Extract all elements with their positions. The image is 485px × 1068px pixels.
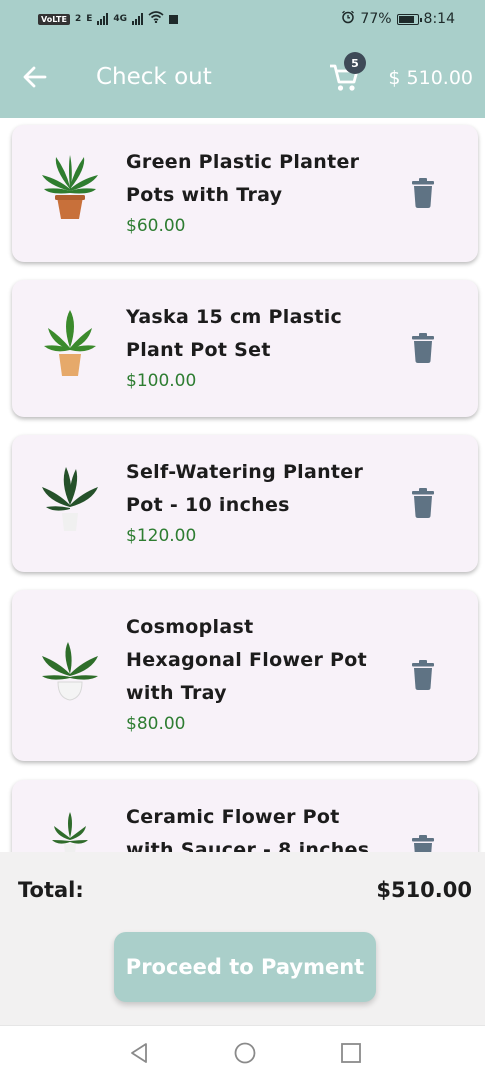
system-nav-bar xyxy=(0,1025,485,1068)
volte-indicator: VoLTE xyxy=(38,13,70,25)
signal-icon xyxy=(132,13,144,25)
plant-pot-icon xyxy=(42,155,98,219)
battery-icon xyxy=(396,13,422,25)
item-price: $80.00 xyxy=(126,714,186,734)
notification-icon xyxy=(169,14,179,24)
page-title: Check out xyxy=(96,64,212,90)
plant-pot-icon xyxy=(52,812,88,852)
signal-icon xyxy=(97,13,109,25)
network-type-2: 4G xyxy=(113,14,128,24)
plant-pot-icon xyxy=(42,467,98,531)
plant-pot-icon xyxy=(42,642,98,701)
cart-item[interactable]: Green Plastic Planter Pots with Tray $60… xyxy=(12,125,478,262)
cart-item[interactable]: Self-Watering Planter Pot - 10 inches $1… xyxy=(12,435,478,572)
status-right: 77% 8:14 xyxy=(341,10,455,28)
back-button[interactable] xyxy=(22,64,48,90)
cart-list[interactable]: Green Plastic Planter Pots with Tray $60… xyxy=(0,118,485,852)
trash-icon[interactable] xyxy=(410,178,436,208)
plant-pot-icon xyxy=(44,310,96,376)
item-name: Self-Watering Planter Pot - 10 inches xyxy=(126,461,364,516)
status-bar: VoLTE 2 E 4G 77% 8:14 xyxy=(0,0,485,40)
recents-square-icon[interactable] xyxy=(340,1042,362,1064)
cart-item[interactable]: Yaska 15 cm Plastic Plant Pot Set $100.0… xyxy=(12,280,478,417)
home-circle-icon[interactable] xyxy=(234,1042,256,1064)
battery-percent: 77% xyxy=(360,11,392,27)
cart-count-badge: 5 xyxy=(344,52,366,74)
cart-item[interactable]: Cosmoplast Hexagonal Flower Pot with Tra… xyxy=(12,590,478,761)
alarm-icon xyxy=(341,10,355,28)
arrow-left-icon xyxy=(23,66,47,88)
cart-item[interactable]: Ceramic Flower Pot with Saucer - 8 inche… xyxy=(12,780,478,852)
trash-icon[interactable] xyxy=(410,660,436,690)
status-left: VoLTE 2 E 4G xyxy=(38,11,179,27)
header-cart-total: $ 510.00 xyxy=(388,67,473,89)
item-name: Cosmoplast Hexagonal Flower Pot with Tra… xyxy=(126,616,368,704)
total-value: $510.00 xyxy=(376,878,472,902)
app-header: VoLTE 2 E 4G 77% 8:14 Check out 5 $ 510.… xyxy=(0,0,485,118)
trash-icon[interactable] xyxy=(410,835,436,852)
back-triangle-icon[interactable] xyxy=(128,1042,150,1064)
checkout-summary: Total: $510.00 Proceed to Payment xyxy=(0,852,485,1025)
item-name: Green Plastic Planter Pots with Tray xyxy=(126,151,360,206)
total-label: Total: xyxy=(18,878,84,902)
proceed-to-payment-button[interactable]: Proceed to Payment xyxy=(114,932,376,1002)
clock: 8:14 xyxy=(423,11,455,27)
item-price: $120.00 xyxy=(126,526,197,546)
item-price: $60.00 xyxy=(126,216,186,236)
item-price: $100.00 xyxy=(126,371,197,391)
trash-icon[interactable] xyxy=(410,488,436,518)
network-type-1: E xyxy=(86,14,93,24)
wifi-icon xyxy=(148,11,164,27)
item-name: Yaska 15 cm Plastic Plant Pot Set xyxy=(126,306,343,361)
sim-indicator: 2 xyxy=(74,14,82,24)
trash-icon[interactable] xyxy=(410,333,436,363)
item-name: Ceramic Flower Pot with Saucer - 8 inche… xyxy=(126,806,370,852)
